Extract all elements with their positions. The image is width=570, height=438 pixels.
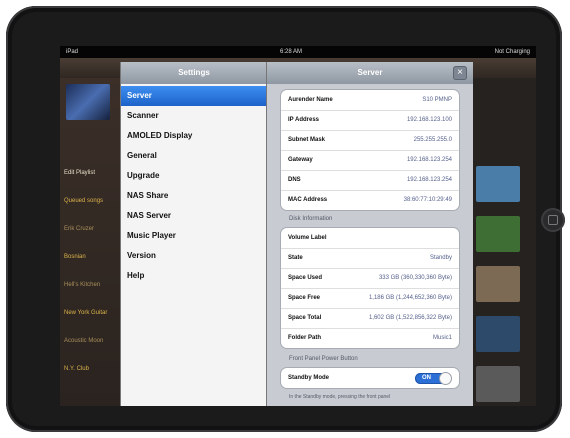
- settings-item-amoled-display[interactable]: AMOLED Display: [121, 126, 267, 146]
- standby-footnote: In the Standby mode, pressing the front …: [289, 394, 391, 400]
- settings-item-upgrade[interactable]: Upgrade: [121, 166, 267, 186]
- standby-toggle[interactable]: ON: [415, 373, 451, 384]
- settings-item-music-player[interactable]: Music Player: [121, 226, 267, 246]
- info-row-mac-address: MAC Address 38:60:77:10:29:49: [281, 190, 459, 210]
- disk-info-group: Volume Label State Standby Space Used 333 GB…: [281, 228, 459, 348]
- row-value: 192.168.123.254: [406, 177, 452, 183]
- row-value: 255.255.255.0: [413, 137, 452, 143]
- carrier-label: iPad: [66, 49, 79, 55]
- info-row-ip-address: IP Address 192.168.123.100: [281, 110, 459, 131]
- row-label: DNS: [288, 177, 301, 183]
- network-info-group: Aurender Name S10 PMNP IP Address 192.168.1…: [281, 90, 459, 210]
- playlist-item[interactable]: Acoustic Moon: [64, 338, 103, 344]
- row-value: 192.168.123.254: [406, 157, 452, 163]
- background-playlist: Edit Playlist Queued songs Erik Cruzer Bosn…: [60, 78, 122, 406]
- album-thumbnail[interactable]: [476, 366, 520, 402]
- info-row-aurender-name: Aurender Name S10 PMNP: [281, 90, 459, 111]
- disk-info-title: Disk Information: [289, 216, 333, 222]
- row-label: Space Free: [288, 295, 321, 301]
- settings-title: Settings: [121, 62, 267, 84]
- info-row-gateway: Gateway 192.168.123.254: [281, 150, 459, 171]
- settings-sidebar: Settings Server Scanner AMOLED Display Gene…: [120, 62, 267, 406]
- close-button[interactable]: ×: [453, 66, 467, 80]
- info-row-space-free: Space Free 1,186 GB (1,244,652,360 Byte): [281, 288, 459, 309]
- settings-item-general[interactable]: General: [121, 146, 267, 166]
- info-row-folder-path: Folder Path Music1: [281, 328, 459, 348]
- clock: 6:28 AM: [280, 49, 303, 55]
- row-label: Subnet Mask: [288, 137, 326, 143]
- album-thumbnail[interactable]: [476, 166, 520, 202]
- row-value: 1,186 GB (1,244,652,360 Byte): [368, 295, 452, 301]
- row-value: S10 PMNP: [422, 97, 452, 103]
- album-art-thumbnail: [66, 84, 110, 120]
- info-row-dns: DNS 192.168.123.254: [281, 170, 459, 191]
- playlist-item[interactable]: Bosnian: [64, 254, 86, 260]
- info-row-subnet-mask: Subnet Mask 255.255.255.0: [281, 130, 459, 151]
- screen: iPad 6:28 AM Not Charging Edit Playlist Q…: [60, 46, 536, 406]
- standby-row: Standby Mode ON: [281, 368, 459, 388]
- server-settings-panel: Server × Aurender Name S10 PMNP IP Address…: [266, 62, 473, 406]
- row-label: Folder Path: [288, 335, 322, 341]
- album-thumbnail[interactable]: [476, 316, 520, 352]
- settings-item-scanner[interactable]: Scanner: [121, 106, 267, 126]
- playlist-item[interactable]: Edit Playlist: [64, 170, 95, 176]
- row-label: Volume Label: [288, 235, 327, 241]
- standby-label: Standby Mode: [288, 375, 330, 381]
- row-label: Gateway: [288, 157, 313, 163]
- row-value: 333 GB (360,330,360 Byte): [378, 275, 452, 281]
- info-row-space-used: Space Used 333 GB (360,330,360 Byte): [281, 268, 459, 289]
- ipad-frame: iPad 6:28 AM Not Charging Edit Playlist Q…: [6, 6, 565, 432]
- row-label: Space Total: [288, 315, 322, 321]
- toggle-state: ON: [422, 375, 431, 381]
- settings-item-server[interactable]: Server: [121, 86, 267, 106]
- row-value: 192.168.123.100: [406, 117, 452, 123]
- settings-item-version[interactable]: Version: [121, 246, 267, 266]
- row-value: Music1: [432, 335, 452, 341]
- row-value: Standby: [429, 255, 452, 261]
- settings-item-nas-share[interactable]: NAS Share: [121, 186, 267, 206]
- status-bar: iPad 6:28 AM Not Charging: [60, 46, 536, 58]
- playlist-item[interactable]: Erik Cruzer: [64, 226, 94, 232]
- row-value: 1,602 GB (1,522,856,322 Byte): [368, 315, 452, 321]
- album-thumbnail[interactable]: [476, 266, 520, 302]
- playlist-item[interactable]: Queued songs: [64, 198, 103, 204]
- info-row-space-total: Space Total 1,602 GB (1,522,856,322 Byte): [281, 308, 459, 329]
- row-label: State: [288, 255, 303, 261]
- settings-item-help[interactable]: Help: [121, 266, 267, 286]
- info-row-volume-label: Volume Label: [281, 228, 459, 249]
- standby-group: Standby Mode ON: [281, 368, 459, 388]
- row-label: Aurender Name: [288, 97, 333, 103]
- row-label: Space Used: [288, 275, 323, 281]
- playlist-item[interactable]: N.Y. Club: [64, 366, 89, 372]
- album-thumbnail[interactable]: [476, 216, 520, 252]
- row-label: MAC Address: [288, 197, 328, 203]
- server-title: Server: [267, 62, 473, 84]
- home-button[interactable]: [541, 208, 565, 232]
- playlist-item[interactable]: Hell's Kitchen: [64, 282, 100, 288]
- settings-item-nas-server[interactable]: NAS Server: [121, 206, 267, 226]
- info-row-state: State Standby: [281, 248, 459, 269]
- power-section-title: Front Panel Power Button: [289, 356, 358, 362]
- toggle-knob: [440, 373, 451, 384]
- playlist-item[interactable]: New York Guitar: [64, 310, 107, 316]
- row-label: IP Address: [288, 117, 320, 123]
- battery-status: Not Charging: [494, 49, 530, 55]
- row-value: 38:60:77:10:29:49: [403, 197, 452, 203]
